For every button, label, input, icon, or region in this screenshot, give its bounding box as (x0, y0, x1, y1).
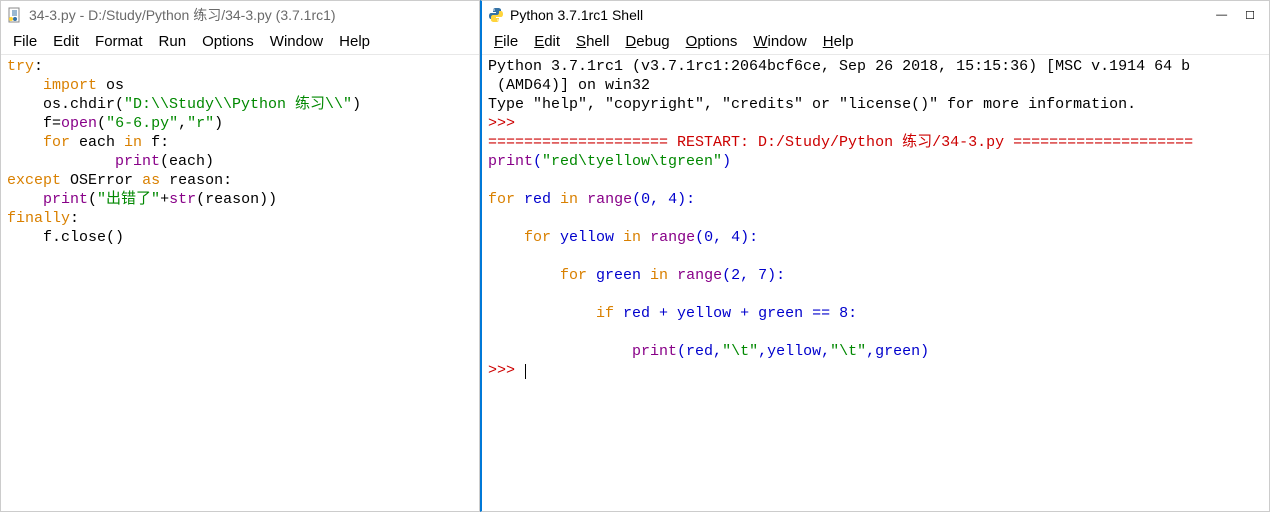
shell-titlebar[interactable]: Python 3.7.1rc1 Shell — ☐ (482, 1, 1269, 29)
menu-edit[interactable]: Edit (528, 31, 566, 52)
shell-code-line: for red in range(0, 4): (488, 191, 695, 208)
shell-prompt: >>> (488, 115, 524, 132)
python-file-icon (7, 7, 23, 23)
shell-prompt: >>> (488, 362, 524, 379)
shell-title: Python 3.7.1rc1 Shell (510, 7, 1216, 23)
shell-window: Python 3.7.1rc1 Shell — ☐ File Edit Shel… (480, 0, 1270, 512)
python-shell-icon (488, 7, 504, 23)
shell-content[interactable]: Python 3.7.1rc1 (v3.7.1rc1:2064bcf6ce, S… (482, 55, 1269, 511)
shell-code-line: for green in range(2, 7): (488, 267, 785, 284)
shell-banner-line: Python 3.7.1rc1 (v3.7.1rc1:2064bcf6ce, S… (488, 58, 1190, 75)
menu-debug[interactable]: Debug (619, 31, 675, 52)
editor-title: 34-3.py - D:/Study/Python 练习/34-3.py (3.… (29, 5, 473, 25)
menu-options[interactable]: Options (196, 31, 260, 52)
menu-help[interactable]: Help (817, 31, 860, 52)
minimize-button[interactable]: — (1216, 9, 1227, 22)
menu-edit[interactable]: Edit (47, 31, 85, 52)
menu-help[interactable]: Help (333, 31, 376, 52)
editor-content[interactable]: try: import os os.chdir("D:\\Study\\Pyth… (1, 55, 479, 511)
shell-code-line: print(red,"\t",yellow,"\t",green) (488, 343, 929, 360)
menu-options[interactable]: Options (680, 31, 744, 52)
shell-banner-line: (AMD64)] on win32 (488, 77, 650, 94)
shell-code-line: if red + yellow + green == 8: (488, 305, 857, 322)
menu-run[interactable]: Run (153, 31, 193, 52)
shell-code-line: for yellow in range(0, 4): (488, 229, 758, 246)
menu-window[interactable]: Window (747, 31, 812, 52)
editor-window: 34-3.py - D:/Study/Python 练习/34-3.py (3.… (0, 0, 480, 512)
menu-shell[interactable]: Shell (570, 31, 615, 52)
menu-window[interactable]: Window (264, 31, 329, 52)
maximize-button[interactable]: ☐ (1245, 9, 1255, 22)
shell-banner-line: Type "help", "copyright", "credits" or "… (488, 96, 1136, 113)
shell-menubar: File Edit Shell Debug Options Window Hel… (482, 29, 1269, 55)
editor-menubar: File Edit Format Run Options Window Help (1, 29, 479, 55)
menu-file[interactable]: File (488, 31, 524, 52)
text-cursor (525, 364, 526, 379)
window-controls: — ☐ (1216, 9, 1255, 22)
editor-titlebar[interactable]: 34-3.py - D:/Study/Python 练习/34-3.py (3.… (1, 1, 479, 29)
shell-code-line: print("red\tyellow\tgreen") (488, 153, 731, 170)
shell-restart-line: ==================== RESTART: D:/Study/P… (488, 134, 1193, 151)
menu-file[interactable]: File (7, 31, 43, 52)
menu-format[interactable]: Format (89, 31, 149, 52)
